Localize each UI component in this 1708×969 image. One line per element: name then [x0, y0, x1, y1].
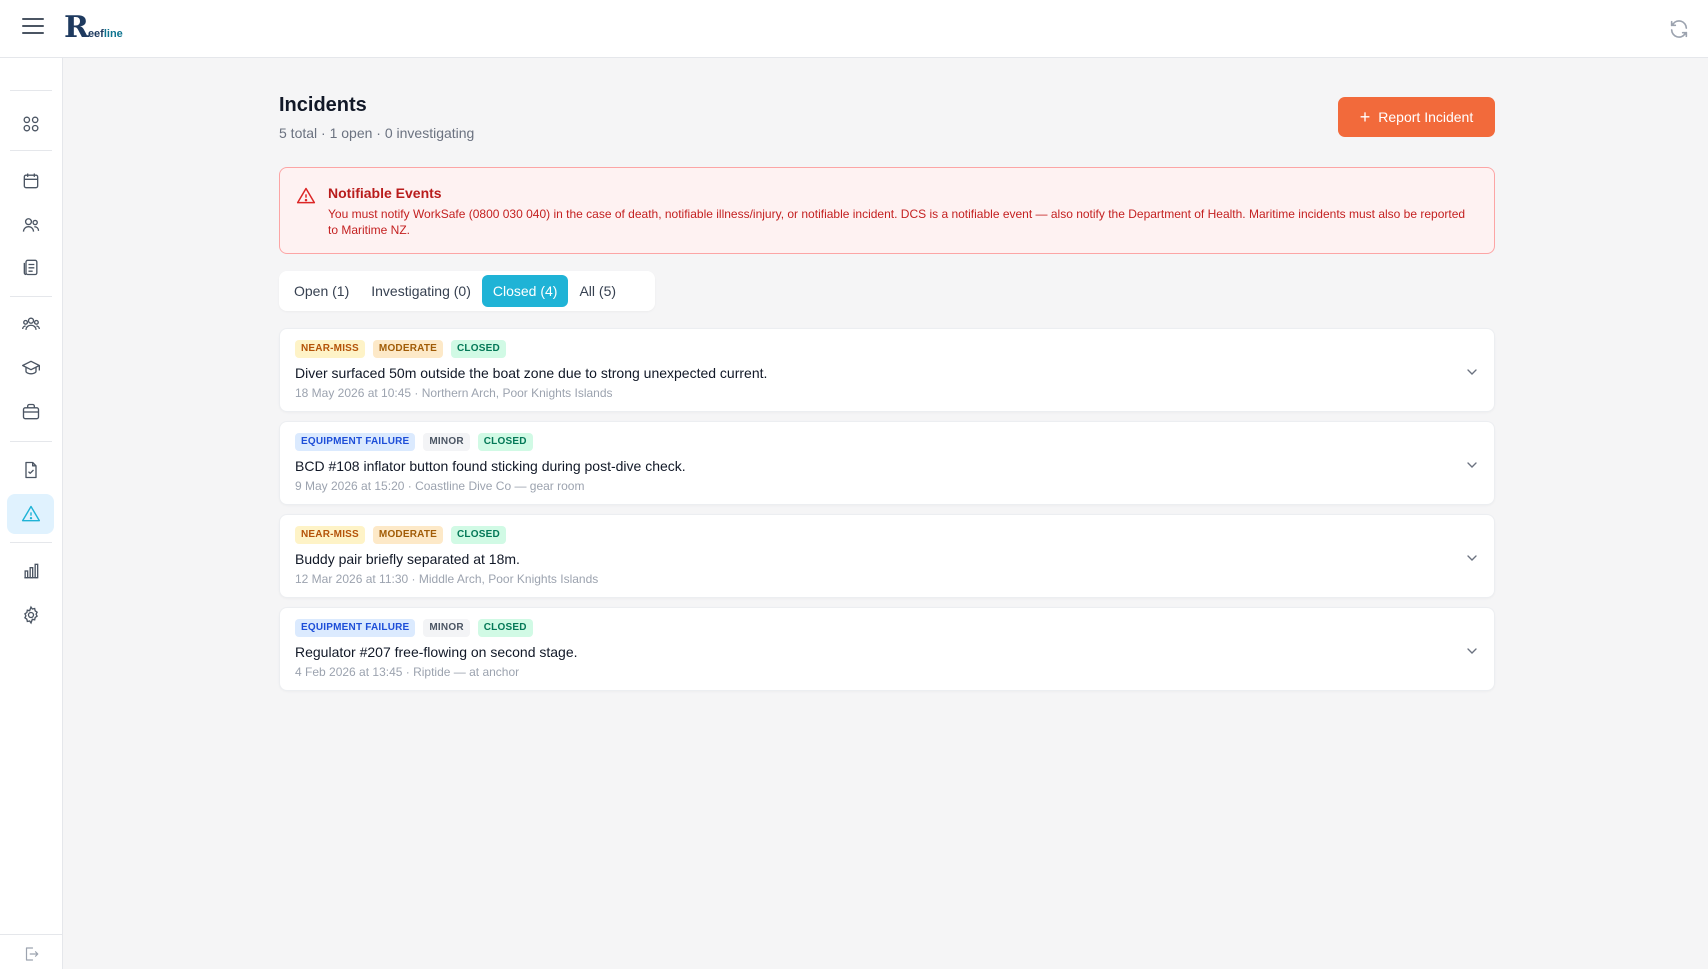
chevron-down-icon[interactable]: [1464, 550, 1480, 566]
briefcase-icon: [22, 403, 39, 420]
badge-group: EQUIPMENT FAILURE MINOR CLOSED: [295, 619, 533, 637]
sidebar-item-staff[interactable]: [7, 304, 54, 344]
badge-group: EQUIPMENT FAILURE MINOR CLOSED: [295, 433, 533, 451]
menu-icon[interactable]: [22, 18, 44, 38]
gear-icon: [23, 605, 38, 625]
divider: [0, 934, 63, 935]
warning-icon: [296, 187, 316, 204]
status-badge: CLOSED: [451, 340, 506, 358]
sidebar-item-dashboard[interactable]: [7, 104, 54, 144]
badge-group: NEAR-MISS MODERATE CLOSED: [295, 526, 506, 544]
sidebar: [0, 58, 63, 969]
type-badge: NEAR-MISS: [295, 526, 365, 544]
sidebar-item-training[interactable]: [7, 348, 54, 388]
page-title: Incidents: [279, 94, 367, 116]
divider: [10, 150, 52, 151]
tab-open[interactable]: Open (1): [283, 275, 360, 307]
logo[interactable]: R eefline: [64, 10, 123, 45]
incident-title: Diver surfaced 50m outside the boat zone…: [295, 365, 768, 381]
calendar-icon: [23, 173, 38, 189]
incident-title: Regulator #207 free-flowing on second st…: [295, 644, 578, 660]
sidebar-item-incidents[interactable]: [7, 494, 54, 534]
grid-icon: [22, 116, 39, 132]
graduation-cap-icon: [21, 360, 40, 375]
sidebar-item-settings[interactable]: [7, 595, 54, 635]
type-badge: EQUIPMENT FAILURE: [295, 619, 416, 637]
incident-title: BCD #108 inflator button found sticking …: [295, 458, 686, 474]
divider: [10, 542, 52, 543]
incident-card[interactable]: EQUIPMENT FAILURE MINOR CLOSED Regulator…: [279, 607, 1495, 691]
incident-card[interactable]: NEAR-MISS MODERATE CLOSED Diver surfaced…: [279, 328, 1495, 412]
incident-meta: 12 Mar 2026 at 11:30 · Middle Arch, Poor…: [295, 572, 599, 586]
badge-group: NEAR-MISS MODERATE CLOSED: [295, 340, 506, 358]
status-badge: CLOSED: [477, 619, 533, 637]
report-incident-label: Report Incident: [1378, 109, 1474, 125]
clipboard-list-icon: [23, 259, 37, 276]
incident-meta: 18 May 2026 at 10:45 · Northern Arch, Po…: [295, 386, 613, 400]
incident-meta: 9 May 2026 at 15:20 · Coastline Dive Co …: [295, 479, 585, 493]
file-check-icon: [24, 461, 37, 479]
page-summary: 5 total · 1 open · 0 investigating: [279, 125, 475, 141]
status-badge: CLOSED: [477, 433, 533, 451]
incident-card[interactable]: NEAR-MISS MODERATE CLOSED Buddy pair bri…: [279, 514, 1495, 598]
alert-title: Notifiable Events: [328, 185, 442, 201]
logout-icon[interactable]: [22, 945, 40, 963]
divider: [10, 441, 52, 442]
divider: [10, 90, 52, 91]
chevron-down-icon[interactable]: [1464, 457, 1480, 473]
sidebar-item-reports[interactable]: [7, 551, 54, 591]
type-badge: EQUIPMENT FAILURE: [295, 433, 416, 451]
status-tabs: Open (1) Investigating (0) Closed (4) Al…: [279, 271, 655, 311]
incident-title: Buddy pair briefly separated at 18m.: [295, 551, 520, 567]
team-icon: [21, 317, 40, 330]
bar-chart-icon: [23, 563, 38, 579]
notifiable-events-alert: Notifiable Events You must notify WorkSa…: [279, 167, 1495, 254]
logo-text: eefline: [87, 28, 123, 40]
chevron-down-icon[interactable]: [1464, 643, 1480, 659]
refresh-icon[interactable]: [1668, 18, 1690, 40]
alert-text: You must notify WorkSafe (0800 030 040) …: [328, 207, 1466, 237]
sidebar-item-logbook[interactable]: [7, 247, 54, 287]
type-badge: NEAR-MISS: [295, 340, 365, 358]
warning-icon: [21, 505, 40, 522]
report-incident-button[interactable]: + Report Incident: [1338, 97, 1495, 137]
top-bar: R eefline: [0, 0, 1708, 58]
chevron-down-icon[interactable]: [1464, 364, 1480, 380]
incident-card[interactable]: EQUIPMENT FAILURE MINOR CLOSED BCD #108 …: [279, 421, 1495, 505]
sidebar-item-calendar[interactable]: [7, 161, 54, 201]
status-badge: CLOSED: [451, 526, 506, 544]
severity-badge: MINOR: [423, 433, 470, 451]
sidebar-item-customers[interactable]: [7, 205, 54, 245]
tab-investigating[interactable]: Investigating (0): [360, 275, 482, 307]
divider: [10, 296, 52, 297]
severity-badge: MODERATE: [372, 340, 444, 358]
sidebar-item-equipment[interactable]: [7, 392, 54, 432]
users-icon: [22, 218, 39, 232]
severity-badge: MODERATE: [372, 526, 444, 544]
incident-meta: 4 Feb 2026 at 13:45 · Riptide — at ancho…: [295, 665, 520, 679]
incident-list: NEAR-MISS MODERATE CLOSED Diver surfaced…: [279, 328, 1495, 700]
logo-mark: R: [64, 10, 89, 45]
sidebar-item-documents[interactable]: [7, 450, 54, 490]
plus-icon: +: [1359, 107, 1371, 127]
tab-closed[interactable]: Closed (4): [481, 275, 569, 307]
tab-all[interactable]: All (5): [568, 275, 627, 307]
severity-badge: MINOR: [423, 619, 470, 637]
